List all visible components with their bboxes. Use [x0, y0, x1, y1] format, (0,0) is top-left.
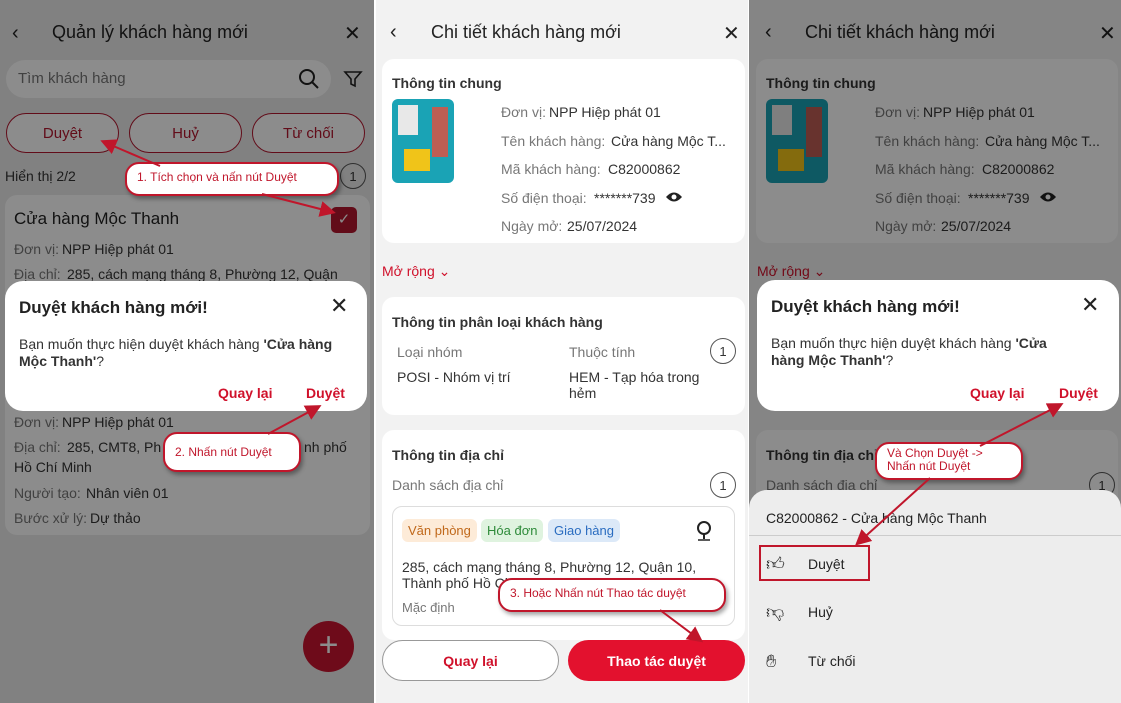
arrow-to-checkbox — [261, 193, 336, 217]
arrow-to-highlight — [855, 477, 931, 546]
arrow-to-approve-filter — [100, 139, 161, 167]
arrow-to-dialog-approve — [267, 405, 322, 435]
annotation-arrows — [100, 139, 1064, 643]
arrow-to-sheet-approve — [979, 403, 1064, 447]
arrow-to-action-button — [659, 609, 704, 643]
